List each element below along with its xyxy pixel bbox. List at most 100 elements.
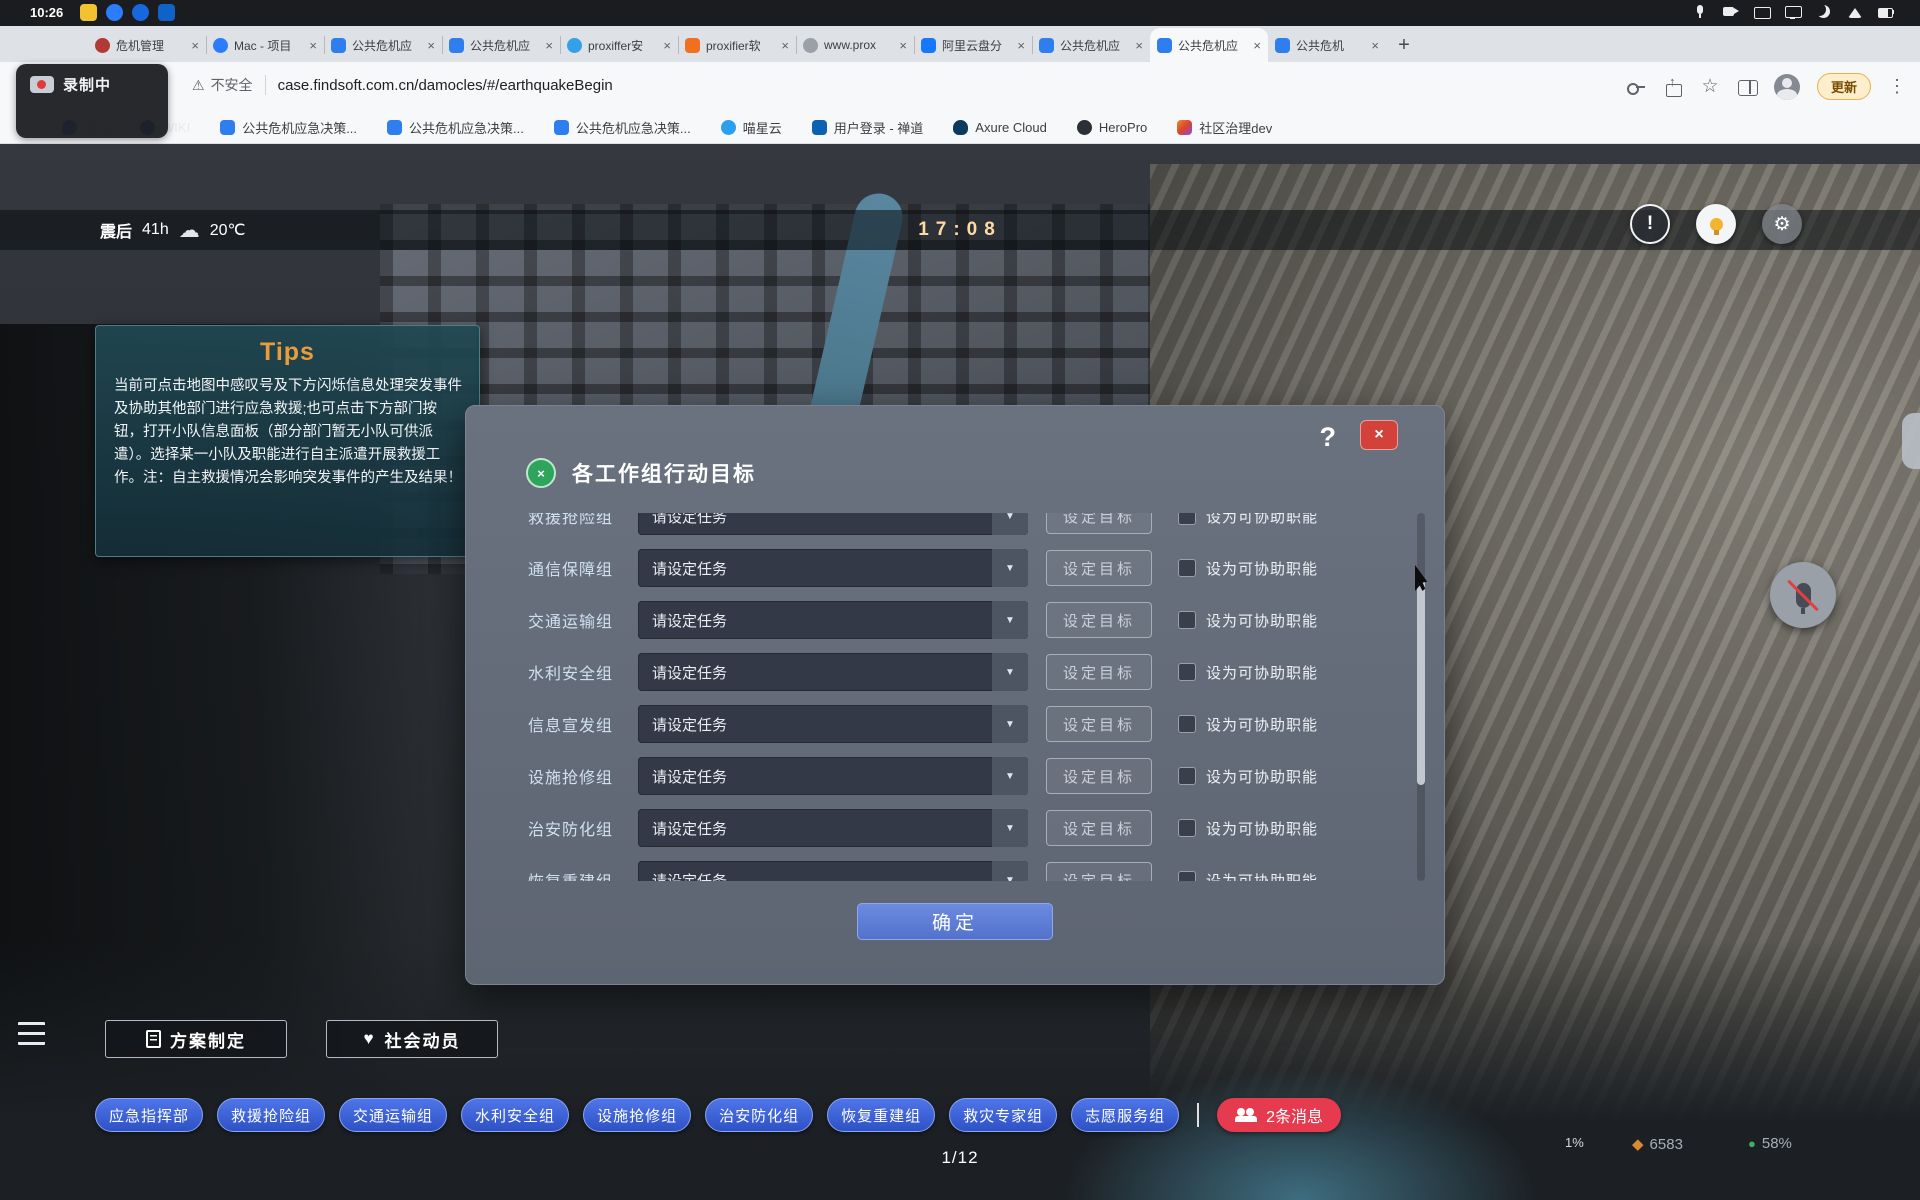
tab-close-icon[interactable]: × bbox=[191, 39, 199, 52]
task-dropdown[interactable]: 请设定任务▼ bbox=[638, 861, 1028, 881]
bookmark-item[interactable]: 公共危机应急决策... bbox=[554, 118, 691, 137]
tab-close-icon[interactable]: × bbox=[899, 39, 907, 52]
chevron-down-icon[interactable]: ▼ bbox=[992, 757, 1028, 795]
tab-close-icon[interactable]: × bbox=[663, 39, 671, 52]
chevron-down-icon[interactable]: ▼ bbox=[992, 705, 1028, 743]
assist-checkbox[interactable] bbox=[1178, 663, 1196, 681]
microphone-button[interactable] bbox=[1770, 562, 1836, 628]
set-target-button[interactable]: 设定目标 bbox=[1046, 550, 1152, 586]
omnibox[interactable]: ⚠ 不安全 case.findsoft.com.cn/damocles/#/ea… bbox=[192, 75, 613, 95]
set-target-button[interactable]: 设定目标 bbox=[1046, 654, 1152, 690]
wifi-status-icon[interactable] bbox=[1847, 5, 1863, 19]
scrollbar-thumb[interactable] bbox=[1417, 579, 1425, 785]
group-collapse-icon[interactable]: × bbox=[526, 458, 556, 488]
moon-status-icon[interactable] bbox=[1816, 5, 1832, 19]
mobilize-button[interactable]: ♥ 社会动员 bbox=[326, 1020, 498, 1058]
assist-checkbox[interactable] bbox=[1178, 611, 1196, 629]
task-dropdown[interactable]: 请设定任务▼ bbox=[638, 653, 1028, 691]
chevron-down-icon[interactable]: ▼ bbox=[992, 653, 1028, 691]
chevron-down-icon[interactable]: ▼ bbox=[992, 861, 1028, 881]
tab-close-icon[interactable]: × bbox=[1253, 39, 1261, 52]
browser-tab[interactable]: 危机管理× bbox=[88, 28, 206, 62]
camera-status-icon[interactable] bbox=[1723, 5, 1739, 19]
messages-badge[interactable]: 2条消息 bbox=[1217, 1098, 1341, 1132]
assist-checkbox[interactable] bbox=[1178, 559, 1196, 577]
assist-checkbox[interactable] bbox=[1178, 819, 1196, 837]
bookmark-item[interactable]: HeroPro bbox=[1077, 120, 1147, 135]
department-button[interactable]: 设施抢修组 bbox=[583, 1098, 691, 1132]
chrome-menu-icon[interactable]: ⋮ bbox=[1888, 76, 1906, 97]
browser-tab[interactable]: 公共危机应× bbox=[1032, 28, 1150, 62]
browser-tab[interactable]: 公共危机应× bbox=[324, 28, 442, 62]
update-button[interactable]: 更新 bbox=[1817, 73, 1871, 100]
modal-scrollbar[interactable] bbox=[1417, 513, 1425, 881]
tab-close-icon[interactable]: × bbox=[1017, 39, 1025, 52]
search-status-icon[interactable] bbox=[132, 4, 149, 21]
browser-tab-active[interactable]: 公共危机应× bbox=[1150, 28, 1268, 62]
department-button[interactable]: 恢复重建组 bbox=[827, 1098, 935, 1132]
event-list-icon[interactable] bbox=[18, 1022, 45, 1045]
assist-checkbox[interactable] bbox=[1178, 513, 1196, 525]
task-dropdown[interactable]: 请设定任务▼ bbox=[638, 601, 1028, 639]
bookmark-item[interactable]: 用户登录 - 禅道 bbox=[812, 118, 924, 137]
side-panel-icon[interactable] bbox=[1737, 77, 1757, 97]
department-button[interactable]: 救灾专家组 bbox=[949, 1098, 1057, 1132]
keyboard-status-icon[interactable] bbox=[1754, 5, 1770, 19]
set-target-button[interactable]: 设定目标 bbox=[1046, 758, 1152, 794]
bookmark-item[interactable]: 社区治理dev bbox=[1177, 118, 1272, 137]
department-button[interactable]: 救援抢险组 bbox=[217, 1098, 325, 1132]
assist-checkbox[interactable] bbox=[1178, 871, 1196, 881]
browser-tab[interactable]: 公共危机× bbox=[1268, 28, 1386, 62]
department-button[interactable]: 水利安全组 bbox=[461, 1098, 569, 1132]
task-dropdown[interactable]: 请设定任务▼ bbox=[638, 549, 1028, 587]
hint-button[interactable] bbox=[1696, 204, 1736, 244]
alert-button[interactable]: ! bbox=[1630, 204, 1670, 244]
url-text[interactable]: case.findsoft.com.cn/damocles/#/earthqua… bbox=[278, 77, 613, 94]
department-button[interactable]: 应急指挥部 bbox=[95, 1098, 203, 1132]
set-target-button[interactable]: 设定目标 bbox=[1046, 602, 1152, 638]
game-viewport[interactable]: 震后 41h ☁ 20℃ 17:08 ! ⚙ Tips 当前可点击地图中感叹号及… bbox=[0, 144, 1920, 1200]
close-button[interactable]: × bbox=[1360, 420, 1398, 450]
browser-tab[interactable]: proxifier软× bbox=[678, 28, 796, 62]
set-target-button[interactable]: 设定目标 bbox=[1046, 862, 1152, 881]
app-status-icon[interactable] bbox=[158, 4, 175, 21]
tab-close-icon[interactable]: × bbox=[309, 39, 317, 52]
browser-tab[interactable]: www.prox× bbox=[796, 28, 914, 62]
pencil-status-icon[interactable] bbox=[80, 4, 97, 21]
bookmark-star-icon[interactable]: ☆ bbox=[1700, 77, 1720, 97]
task-dropdown[interactable]: 请设定任务▼ bbox=[638, 513, 1028, 535]
display-status-icon[interactable] bbox=[1785, 5, 1801, 19]
new-tab-button[interactable]: + bbox=[1390, 31, 1418, 59]
tab-close-icon[interactable]: × bbox=[545, 39, 553, 52]
bookmark-item[interactable]: 公共危机应急决策... bbox=[220, 118, 357, 137]
department-button[interactable]: 交通运输组 bbox=[339, 1098, 447, 1132]
assist-checkbox[interactable] bbox=[1178, 767, 1196, 785]
lanhu-status-icon[interactable] bbox=[106, 4, 123, 21]
bookmark-item[interactable]: 喵星云 bbox=[721, 118, 782, 137]
security-chip[interactable]: ⚠ 不安全 bbox=[192, 75, 253, 95]
chevron-down-icon[interactable]: ▼ bbox=[992, 809, 1028, 847]
profile-avatar[interactable] bbox=[1774, 74, 1800, 100]
browser-tab[interactable]: proxiffer安× bbox=[560, 28, 678, 62]
browser-tab[interactable]: 公共危机应× bbox=[442, 28, 560, 62]
share-icon[interactable] bbox=[1663, 77, 1683, 97]
help-icon[interactable]: ? bbox=[1320, 422, 1337, 453]
password-key-icon[interactable] bbox=[1626, 77, 1646, 97]
department-button[interactable]: 治安防化组 bbox=[705, 1098, 813, 1132]
mic-status-icon[interactable] bbox=[1692, 5, 1708, 19]
recording-widget[interactable]: 录制中 bbox=[16, 64, 168, 138]
plan-button[interactable]: 方案制定 bbox=[105, 1020, 287, 1058]
tab-close-icon[interactable]: × bbox=[1135, 39, 1143, 52]
browser-tab[interactable]: Mac - 项目× bbox=[206, 28, 324, 62]
tab-close-icon[interactable]: × bbox=[781, 39, 789, 52]
department-button[interactable]: 志愿服务组 bbox=[1071, 1098, 1179, 1132]
set-target-button[interactable]: 设定目标 bbox=[1046, 706, 1152, 742]
task-dropdown[interactable]: 请设定任务▼ bbox=[638, 705, 1028, 743]
task-dropdown[interactable]: 请设定任务▼ bbox=[638, 757, 1028, 795]
chevron-down-icon[interactable]: ▼ bbox=[992, 549, 1028, 587]
chevron-down-icon[interactable]: ▼ bbox=[992, 513, 1028, 535]
browser-tab[interactable]: 阿里云盘分× bbox=[914, 28, 1032, 62]
set-target-button[interactable]: 设定目标 bbox=[1046, 513, 1152, 534]
task-dropdown[interactable]: 请设定任务▼ bbox=[638, 809, 1028, 847]
assist-checkbox[interactable] bbox=[1178, 715, 1196, 733]
